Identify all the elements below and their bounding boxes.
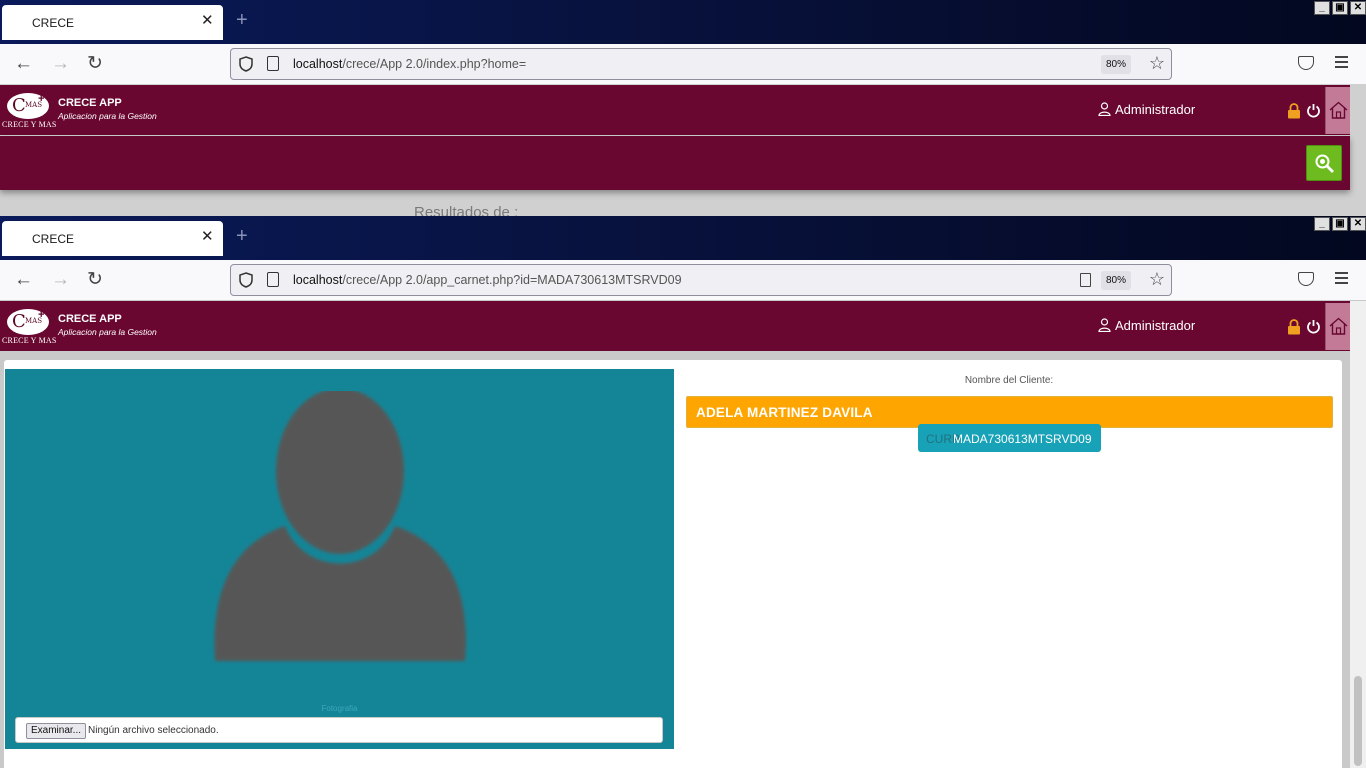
page-icon[interactable] [267,272,279,287]
menu-icon[interactable] [1335,272,1348,284]
page-content: Fotografia Examinar... Ningún archivo se… [0,351,1350,768]
user-icon [1098,318,1111,332]
tab-title: CRECE [32,232,75,246]
pocket-icon[interactable] [1298,56,1314,70]
client-name-label: Nombre del Cliente: [964,375,1054,386]
power-icon[interactable] [1306,319,1321,334]
home-icon [1329,101,1348,119]
logo-letter: C [12,95,26,116]
url-path: /crece/App 2.0/app_carnet.php?id=MADA730… [342,273,682,287]
shield-icon[interactable] [239,272,253,288]
photo-panel: Fotografia Examinar... Ningún archivo se… [5,369,674,749]
forward-arrow-icon[interactable]: → [51,53,70,75]
scrollbar[interactable] [1350,301,1366,768]
home-icon [1329,317,1348,335]
logo-subtext: CRECE Y MAS [2,120,57,129]
back-arrow-icon[interactable]: ← [14,269,33,291]
photo-label: Fotografia [321,704,358,713]
browser-tab[interactable]: CRECE ✕ [2,5,223,40]
minimize-icon[interactable]: _ [1314,217,1330,231]
logo[interactable]: C MAS + [7,93,49,119]
logo-plus: + [38,309,45,321]
url-path: /crece/App 2.0/index.php?home= [342,57,527,71]
user-menu[interactable]: Administrador [1098,318,1195,333]
user-menu[interactable]: Administrador [1098,102,1195,117]
tab-close-icon[interactable]: ✕ [201,13,214,29]
url-host: localhost [293,57,343,71]
logo[interactable]: C MAS + [7,309,49,335]
logo-plus: + [38,93,45,105]
url-host: localhost [293,273,343,287]
scrollbar-thumb[interactable] [1354,676,1362,766]
app-header: C MAS + CRECE Y MAS CRECE APP Aplicacion… [0,301,1350,351]
app-title: CRECE APP [58,97,122,109]
search-icon [1315,154,1334,173]
reader-view-icon[interactable] [1080,273,1091,287]
user-name: Administrador [1115,318,1196,333]
url-text[interactable]: localhost/crece/App 2.0/app_carnet.php?i… [293,273,682,287]
logo-letter: C [12,311,26,332]
tab-title: CRECE [32,16,75,30]
address-bar[interactable]: localhost/crece/App 2.0/index.php?home= … [230,48,1172,80]
file-status: Ningún archivo seleccionado. [88,725,219,736]
client-name: ADELA MARTINEZ DAVILA [696,405,873,420]
restore-icon[interactable]: ▣ [1332,1,1348,15]
results-heading: Resultados de : [414,204,519,216]
menu-icon[interactable] [1335,56,1348,68]
browser-window-carnet: CRECE ✕ + _ ▣ ✕ ← → ↻ localhost/crece/Ap… [0,216,1366,768]
restore-icon[interactable]: ▣ [1332,217,1348,231]
curp-value: MADA730613MTSRVD09 [953,432,1092,446]
tab-close-icon[interactable]: ✕ [201,229,214,245]
new-tab-icon[interactable]: + [236,10,248,30]
new-tab-icon[interactable]: + [236,226,248,246]
close-window-icon[interactable]: ✕ [1350,217,1366,231]
search-button[interactable] [1306,145,1342,181]
reload-icon[interactable]: ↻ [87,53,103,75]
app-subtitle: Aplicacion para la Gestion [58,111,157,121]
zoom-level[interactable]: 80% [1100,55,1131,74]
title-bar: CRECE ✕ + _ ▣ ✕ [0,0,1366,44]
window-controls: _ ▣ ✕ [1314,217,1366,231]
back-arrow-icon[interactable]: ← [14,53,33,75]
page-icon[interactable] [267,56,279,71]
reload-icon[interactable]: ↻ [87,269,103,291]
curp-badge: CURP MADA730613MTSRVD09 [918,424,1101,452]
browse-button[interactable]: Examinar... [26,723,87,739]
browser-window-index: CRECE ✕ + _ ▣ ✕ ← → ↻ localhost/crece/Ap… [0,0,1366,216]
user-icon [1098,102,1111,116]
user-name: Administrador [1115,102,1196,117]
forward-arrow-icon[interactable]: → [51,269,70,291]
address-bar[interactable]: localhost/crece/App 2.0/app_carnet.php?i… [230,264,1172,296]
pocket-icon[interactable] [1298,272,1314,286]
file-input[interactable]: Examinar... Ningún archivo seleccionado. [15,717,663,743]
power-icon[interactable] [1306,103,1321,118]
zoom-level[interactable]: 80% [1100,271,1131,290]
logo-subtext: CRECE Y MAS [2,336,57,345]
navigation-bar: ← → ↻ localhost/crece/App 2.0/index.php?… [0,44,1366,84]
navigation-bar: ← → ↻ localhost/crece/App 2.0/app_carnet… [0,260,1366,300]
star-icon[interactable]: ☆ [1149,53,1165,73]
star-icon[interactable]: ☆ [1149,269,1165,289]
lock-icon[interactable] [1287,319,1301,335]
close-window-icon[interactable]: ✕ [1350,1,1366,15]
app-subtitle: Aplicacion para la Gestion [58,327,157,337]
search-bar-strip [0,136,1350,190]
browser-tab[interactable]: CRECE ✕ [2,221,223,256]
home-button[interactable] [1325,87,1350,134]
shield-icon[interactable] [239,56,253,72]
home-button[interactable] [1325,303,1350,350]
client-card: Fotografia Examinar... Ningún archivo se… [4,360,1342,768]
lock-icon[interactable] [1287,103,1301,119]
title-bar: CRECE ✕ + _ ▣ ✕ [0,216,1366,260]
url-text[interactable]: localhost/crece/App 2.0/index.php?home= [293,57,526,71]
app-header: C MAS + CRECE Y MAS CRECE APP Aplicacion… [0,85,1350,135]
window-controls: _ ▣ ✕ [1314,1,1366,15]
avatar-placeholder-icon [214,391,466,661]
app-title: CRECE APP [58,313,122,325]
minimize-icon[interactable]: _ [1314,1,1330,15]
